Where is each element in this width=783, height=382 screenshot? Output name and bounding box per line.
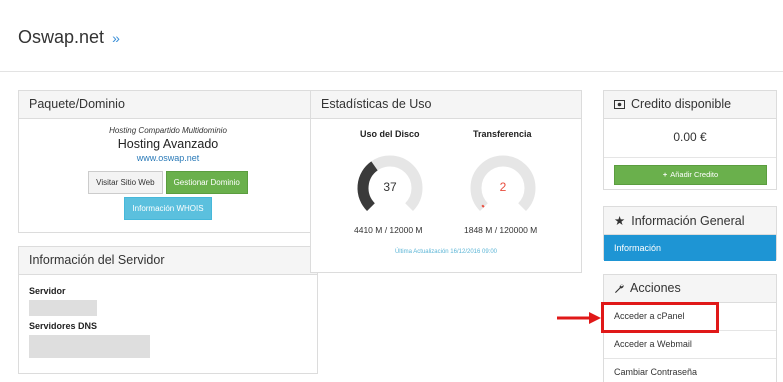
transfer-amount: 1848 M / 120000 M: [464, 225, 538, 235]
dns-servers-value-redacted: [29, 335, 150, 358]
add-credit-label: Añadir Credito: [670, 170, 719, 179]
package-panel: Paquete/Dominio Hosting Compartido Multi…: [18, 90, 318, 233]
general-info-heading: ★ Información General: [604, 207, 776, 235]
breadcrumb-chevron[interactable]: »: [112, 30, 120, 46]
usage-stats-panel: Estadísticas de Uso Uso del Disco 37 441…: [310, 90, 582, 273]
transfer-percent: 2: [499, 180, 507, 194]
wrench-icon: [614, 281, 624, 295]
transfer-gauge-fill: [481, 204, 485, 208]
highlight-box: [601, 302, 719, 333]
dns-servers-label: Servidores DNS: [29, 321, 98, 331]
credit-divider: [604, 157, 776, 158]
whois-info-button[interactable]: Información WHOIS: [124, 197, 212, 220]
disk-usage-amount: 4410 M / 12000 M: [354, 225, 423, 235]
server-label: Servidor: [29, 286, 66, 296]
add-credit-button[interactable]: + Añadir Credito: [614, 165, 767, 185]
credit-panel: Credito disponible 0.00 € + Añadir Credit…: [603, 90, 777, 190]
action-webmail[interactable]: Acceder a Webmail: [604, 331, 776, 359]
actions-title: Acciones: [630, 281, 681, 295]
disk-usage-percent: 37: [383, 180, 397, 194]
page-title-text: Oswap.net: [18, 27, 105, 47]
last-update: Última Actualización 16/12/2016 09:00: [394, 249, 498, 255]
server-panel-title: Información del Servidor: [19, 247, 317, 275]
info-menu-item[interactable]: Información: [604, 235, 776, 261]
red-arrow-icon: [557, 312, 601, 324]
package-name: Hosting Avanzado: [117, 137, 219, 151]
manage-domain-button[interactable]: Gestionar Dominio: [165, 171, 248, 194]
general-info-panel: ★ Información General Información: [603, 206, 777, 261]
credit-panel-title: Credito disponible: [631, 97, 732, 111]
money-icon: [614, 97, 625, 111]
star-icon: ★: [614, 214, 626, 228]
package-panel-title: Paquete/Dominio: [19, 91, 317, 119]
transfer-title: Transferencia: [473, 129, 532, 139]
server-panel: Información del Servidor Servidor Servid…: [18, 246, 318, 374]
credit-panel-heading: Credito disponible: [604, 91, 776, 119]
visit-website-button[interactable]: Visitar Sitio Web: [88, 171, 163, 194]
package-group: Hosting Compartido Multidominio: [109, 126, 227, 135]
page-header: Oswap.net »: [0, 0, 783, 72]
credit-amount: 0.00 €: [673, 130, 707, 144]
disk-usage-title: Uso del Disco: [360, 129, 420, 139]
plus-icon: +: [662, 170, 668, 179]
package-domain-link[interactable]: www.oswap.net: [19, 153, 317, 163]
usage-stats-title: Estadísticas de Uso: [311, 91, 581, 119]
actions-heading: Acciones: [604, 275, 776, 303]
general-info-title: Información General: [631, 214, 745, 228]
action-change-password[interactable]: Cambiar Contraseña: [604, 359, 776, 382]
page-title: Oswap.net »: [18, 27, 120, 48]
server-value-redacted: [29, 300, 97, 316]
